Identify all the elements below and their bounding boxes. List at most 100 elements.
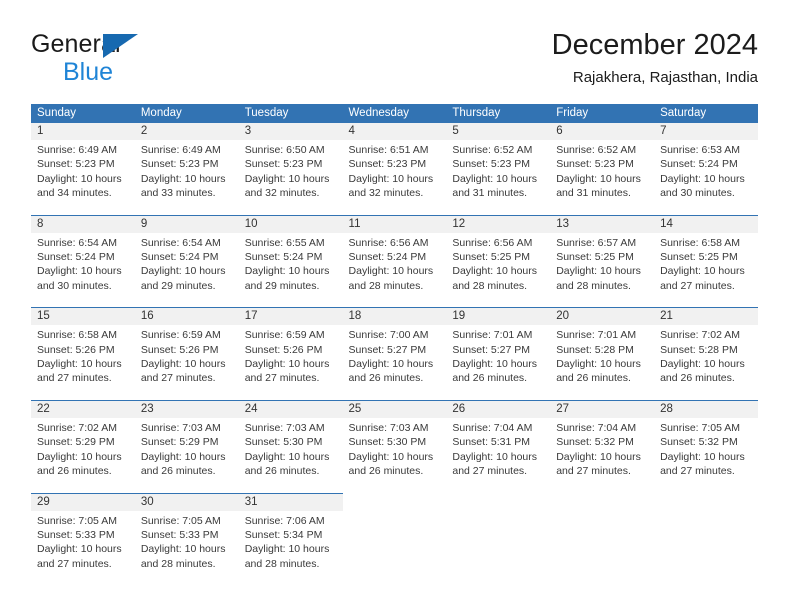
day-number[interactable]: 25 — [342, 399, 447, 418]
day-cell[interactable]: Sunrise: 6:53 AM Sunset: 5:24 PM Dayligh… — [654, 140, 758, 216]
sunrise-text: Sunrise: 6:51 AM — [348, 144, 429, 156]
daylight-text-line1: Daylight: 10 hours — [660, 450, 745, 463]
sunset-text: Sunset: 5:25 PM — [556, 251, 634, 264]
day-number[interactable]: 17 — [238, 307, 343, 326]
daylight-text-line2: and 28 minutes. — [556, 279, 631, 292]
day-number[interactable]: 21 — [654, 307, 758, 326]
weekday-header-saturday: Saturday — [654, 104, 758, 123]
day-cell[interactable]: Sunrise: 6:49 AM Sunset: 5:23 PM Dayligh… — [134, 140, 239, 216]
day-cell[interactable]: Sunrise: 6:59 AM Sunset: 5:26 PM Dayligh… — [238, 325, 343, 401]
day-cell[interactable]: Sunrise: 7:03 AM Sunset: 5:30 PM Dayligh… — [238, 417, 343, 493]
day-cell[interactable]: Sunrise: 6:58 AM Sunset: 5:26 PM Dayligh… — [31, 325, 135, 401]
day-number[interactable]: 8 — [31, 214, 135, 233]
day-number[interactable]: 28 — [654, 399, 758, 418]
day-number[interactable]: 11 — [342, 214, 447, 233]
day-cell[interactable]: Sunrise: 6:50 AM Sunset: 5:23 PM Dayligh… — [238, 140, 343, 216]
day-number[interactable]: 12 — [446, 214, 551, 233]
sunset-text: Sunset: 5:30 PM — [348, 436, 427, 449]
day-cell[interactable]: Sunrise: 6:59 AM Sunset: 5:26 PM Dayligh… — [134, 325, 239, 401]
day-number[interactable]: 15 — [31, 307, 135, 326]
day-cell[interactable]: Sunrise: 6:54 AM Sunset: 5:24 PM Dayligh… — [31, 232, 135, 308]
day-cell[interactable]: Sunrise: 6:55 AM Sunset: 5:24 PM Dayligh… — [238, 232, 343, 308]
day-cell[interactable]: Sunrise: 7:04 AM Sunset: 5:31 PM Dayligh… — [446, 417, 551, 493]
day-cell[interactable]: Sunrise: 6:58 AM Sunset: 5:25 PM Dayligh… — [654, 232, 758, 308]
day-number[interactable]: 4 — [342, 123, 447, 140]
day-number[interactable]: 18 — [342, 307, 447, 326]
day-number[interactable]: 27 — [550, 399, 655, 418]
day-number[interactable]: 5 — [446, 123, 551, 140]
day-cell[interactable]: Sunrise: 7:03 AM Sunset: 5:30 PM Dayligh… — [342, 417, 447, 493]
day-cell-empty — [342, 510, 447, 586]
day-cell[interactable]: Sunrise: 7:02 AM Sunset: 5:29 PM Dayligh… — [31, 417, 135, 493]
day-cell[interactable]: Sunrise: 7:01 AM Sunset: 5:27 PM Dayligh… — [446, 325, 551, 401]
day-cell[interactable]: Sunrise: 6:56 AM Sunset: 5:24 PM Dayligh… — [342, 232, 447, 308]
day-number[interactable]: 29 — [31, 492, 135, 511]
sunrise-text: Sunrise: 6:58 AM — [660, 236, 741, 249]
day-cell[interactable]: Sunrise: 7:05 AM Sunset: 5:32 PM Dayligh… — [654, 417, 758, 493]
day-number[interactable]: 13 — [550, 214, 655, 233]
sunrise-text: Sunrise: 7:01 AM — [452, 329, 533, 342]
day-number[interactable]: 26 — [446, 399, 551, 418]
sunset-text: Sunset: 5:24 PM — [348, 251, 427, 264]
day-number[interactable]: 19 — [446, 307, 551, 326]
daylight-text-line1: Daylight: 10 hours — [244, 450, 330, 463]
sunrise-text: Sunrise: 6:49 AM — [140, 144, 221, 156]
daylight-text-line2: and 27 minutes. — [660, 465, 735, 478]
day-number[interactable]: 22 — [31, 399, 135, 418]
sunrise-text: Sunrise: 7:05 AM — [140, 514, 221, 527]
sunset-text: Sunset: 5:24 PM — [37, 251, 115, 264]
weekday-header-sunday: Sunday — [31, 104, 135, 123]
sunrise-text: Sunrise: 6:56 AM — [452, 236, 533, 249]
week-row-daynumbers: 1 2 3 4 5 6 7 — [31, 123, 758, 140]
logo-text-blue: Blue — [63, 58, 114, 86]
calendar-body: 1 2 3 4 5 6 7 Sunrise: 6:49 AM Sunset: 5… — [31, 123, 758, 586]
day-number[interactable]: 31 — [238, 492, 343, 511]
day-cell[interactable]: Sunrise: 7:01 AM Sunset: 5:28 PM Dayligh… — [550, 325, 655, 401]
day-number[interactable]: 3 — [238, 123, 343, 140]
day-cell[interactable]: Sunrise: 6:49 AM Sunset: 5:23 PM Dayligh… — [31, 140, 135, 216]
day-cell[interactable]: Sunrise: 7:05 AM Sunset: 5:33 PM Dayligh… — [31, 510, 135, 586]
sunset-text: Sunset: 5:23 PM — [37, 158, 115, 171]
day-cell[interactable]: Sunrise: 7:03 AM Sunset: 5:29 PM Dayligh… — [134, 417, 239, 493]
day-number[interactable]: 20 — [550, 307, 655, 326]
day-cell[interactable]: Sunrise: 7:02 AM Sunset: 5:28 PM Dayligh… — [654, 325, 758, 401]
sunset-text: Sunset: 5:29 PM — [37, 436, 115, 449]
daylight-text-line2: and 30 minutes. — [37, 279, 112, 292]
daylight-text-line1: Daylight: 10 hours — [140, 265, 226, 278]
day-number[interactable]: 30 — [134, 492, 239, 511]
daylight-text-line2: and 33 minutes. — [140, 187, 216, 200]
day-cell[interactable]: Sunrise: 6:56 AM Sunset: 5:25 PM Dayligh… — [446, 232, 551, 308]
day-number[interactable]: 14 — [654, 214, 758, 233]
day-cell[interactable]: Sunrise: 7:00 AM Sunset: 5:27 PM Dayligh… — [342, 325, 447, 401]
day-cell[interactable]: Sunrise: 6:51 AM Sunset: 5:23 PM Dayligh… — [342, 140, 447, 216]
day-number[interactable]: 2 — [134, 123, 239, 140]
daylight-text-line1: Daylight: 10 hours — [660, 172, 745, 185]
daylight-text-line2: and 27 minutes. — [660, 279, 735, 292]
day-number[interactable]: 6 — [550, 123, 655, 140]
week-row-details: Sunrise: 6:58 AM Sunset: 5:26 PM Dayligh… — [31, 325, 758, 401]
sunrise-text: Sunrise: 7:04 AM — [556, 421, 637, 434]
day-cell[interactable]: Sunrise: 6:54 AM Sunset: 5:24 PM Dayligh… — [134, 232, 239, 308]
day-cell[interactable]: Sunrise: 6:52 AM Sunset: 5:23 PM Dayligh… — [446, 140, 551, 216]
daylight-text-line2: and 29 minutes. — [244, 279, 320, 292]
day-cell[interactable]: Sunrise: 6:57 AM Sunset: 5:25 PM Dayligh… — [550, 232, 655, 308]
day-number[interactable]: 9 — [134, 214, 239, 233]
daylight-text-line1: Daylight: 10 hours — [37, 450, 122, 463]
day-cell[interactable]: Sunrise: 7:04 AM Sunset: 5:32 PM Dayligh… — [550, 417, 655, 493]
daylight-text-line1: Daylight: 10 hours — [244, 543, 330, 556]
day-number[interactable]: 7 — [654, 123, 758, 140]
day-number[interactable]: 1 — [31, 123, 135, 140]
day-number[interactable]: 16 — [134, 307, 239, 326]
weekday-header-tuesday: Tuesday — [238, 104, 343, 123]
day-cell[interactable]: Sunrise: 7:06 AM Sunset: 5:34 PM Dayligh… — [238, 510, 343, 586]
sunset-text: Sunset: 5:24 PM — [244, 251, 323, 264]
sunset-text: Sunset: 5:29 PM — [140, 436, 219, 449]
sunrise-text: Sunrise: 6:52 AM — [452, 144, 533, 156]
day-number[interactable]: 24 — [238, 399, 343, 418]
daylight-text-line2: and 28 minutes. — [244, 557, 320, 570]
day-cell[interactable]: Sunrise: 7:05 AM Sunset: 5:33 PM Dayligh… — [134, 510, 239, 586]
day-number[interactable]: 23 — [134, 399, 239, 418]
sunrise-text: Sunrise: 7:03 AM — [140, 421, 221, 434]
day-cell[interactable]: Sunrise: 6:52 AM Sunset: 5:23 PM Dayligh… — [550, 140, 655, 216]
day-number[interactable]: 10 — [238, 214, 343, 233]
